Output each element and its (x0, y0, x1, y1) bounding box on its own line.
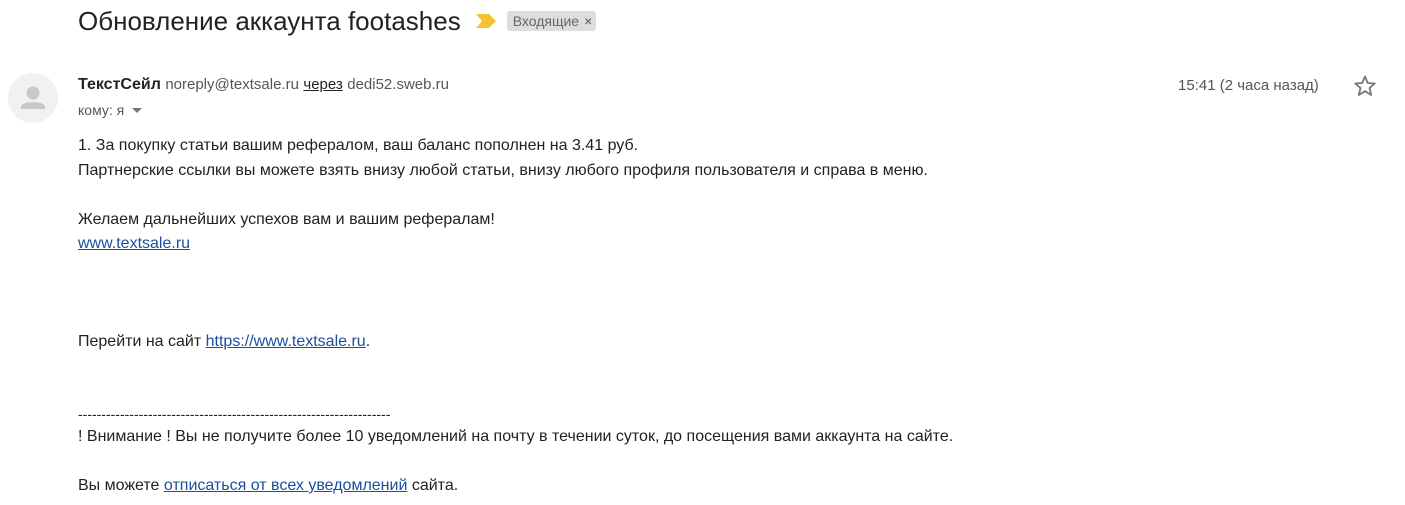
sender-email: noreply@textsale.ru (165, 76, 299, 93)
email-body: 1. За покупку статьи вашим рефералом, ва… (78, 134, 953, 499)
sender-via-host: dedi52.sweb.ru (347, 76, 449, 93)
recipients-toggle[interactable]: кому: я (78, 102, 143, 118)
unsubscribe-line: Вы можете отписаться от всех уведомлений… (78, 474, 953, 499)
importance-marker-icon[interactable] (475, 13, 497, 29)
sender-name[interactable]: ТекстСейл (78, 76, 161, 93)
recipients-label: кому: я (78, 102, 125, 118)
unsubscribe-prefix: Вы можете (78, 477, 164, 494)
separator-line: ----------------------------------------… (78, 406, 391, 422)
body-line-wishes: Желаем дальнейших успехов вам и вашим ре… (78, 210, 495, 228)
warning-line: ! Внимание ! Вы не получите более 10 уве… (78, 428, 954, 445)
label-remove-button[interactable]: × (584, 13, 592, 29)
unsubscribe-link[interactable]: отписаться от всех уведомлений (164, 477, 407, 494)
subject-row: Обновление аккаунта footashes Входящие × (78, 4, 597, 38)
email-timestamp: 15:41 (2 часа назад) (1178, 77, 1319, 94)
goto-suffix: . (365, 332, 371, 350)
sender-via-link[interactable]: через (303, 76, 342, 93)
default-avatar-icon (8, 73, 58, 123)
chevron-down-icon[interactable] (132, 107, 143, 113)
label-chip-inbox[interactable]: Входящие × (506, 11, 597, 31)
goto-site-line: Перейти на сайт https://www.textsale.ru. (78, 330, 953, 355)
email-view: Обновление аккаунта footashes Входящие ×… (0, 0, 1405, 505)
unsubscribe-suffix: сайта. (407, 477, 459, 494)
body-line-balance: 1. За покупку статьи вашим рефералом, ва… (78, 137, 639, 154)
goto-prefix: Перейти на сайт (78, 332, 206, 350)
star-icon[interactable] (1353, 74, 1377, 98)
goto-site-link[interactable]: https://www.textsale.ru (206, 333, 366, 350)
sender-row: ТекстСейл noreply@textsale.ru через dedi… (78, 76, 449, 94)
label-chip-text: Входящие (512, 12, 580, 29)
email-subject: Обновление аккаунта footashes (78, 5, 461, 36)
site-link[interactable]: www.textsale.ru (78, 235, 190, 252)
body-line-partner: Партнерские ссылки вы можете взять внизу… (78, 161, 928, 179)
